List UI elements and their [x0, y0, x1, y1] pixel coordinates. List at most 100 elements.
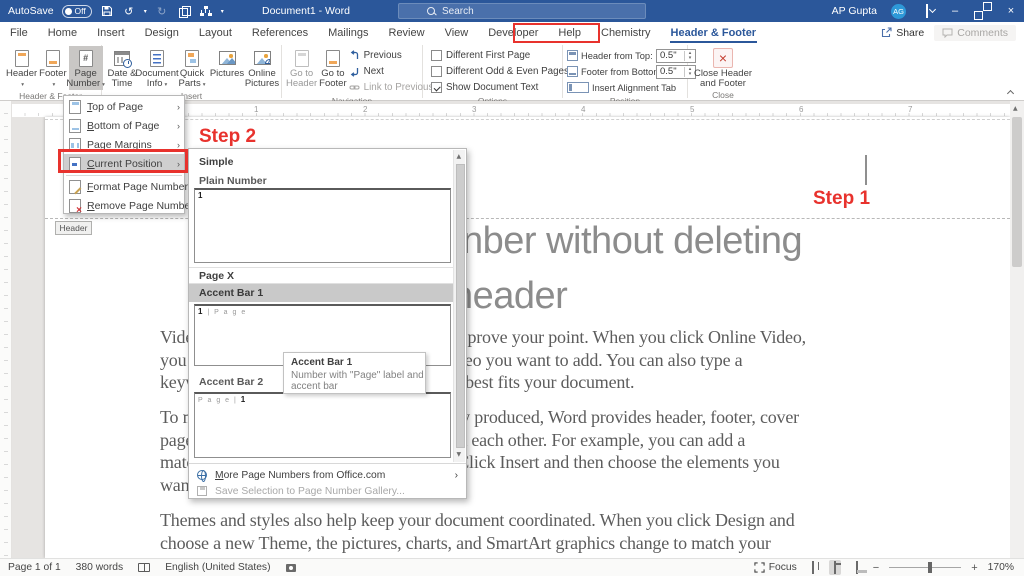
- page-number-button[interactable]: # Page Number ▾: [66, 46, 105, 90]
- tab-references[interactable]: References: [242, 22, 318, 43]
- more-page-numbers-item[interactable]: More Page Numbers from Office.com ›: [189, 467, 466, 483]
- online-pictures-button[interactable]: Online Pictures: [245, 46, 279, 89]
- go-to-footer-button[interactable]: Go to Footer: [319, 46, 347, 89]
- scroll-down-icon[interactable]: ▼: [457, 451, 462, 458]
- checkbox-checked-icon: [431, 82, 442, 93]
- avatar[interactable]: AG: [891, 3, 906, 19]
- footer-from-bottom-row: Footer from Bottom: 0.5" ▴ ▾: [567, 64, 696, 79]
- group-header-footer: Header ▾ Footer ▾ # Page Number ▾ Header …: [0, 43, 105, 101]
- ribbon: Header ▾ Footer ▾ # Page Number ▾ Header …: [0, 43, 1024, 106]
- menu-item-format-page-numbers[interactable]: Format Page Numbers...: [64, 177, 202, 196]
- tab-layout[interactable]: Layout: [189, 22, 242, 43]
- zoom-level[interactable]: 170%: [988, 562, 1014, 573]
- autosave-toggle[interactable]: Off: [61, 4, 92, 18]
- zoom-in-button[interactable]: +: [971, 562, 977, 574]
- tab-mailings[interactable]: Mailings: [318, 22, 378, 43]
- previous-button[interactable]: Previous: [349, 48, 434, 63]
- share-icon: [882, 27, 892, 38]
- scroll-up-icon[interactable]: ▲: [1013, 105, 1018, 112]
- accent-bar-2-preview[interactable]: P a g e | 1: [194, 392, 451, 458]
- go-to-header-icon: [294, 47, 309, 69]
- read-mode-button[interactable]: [807, 560, 819, 575]
- scroll-up-icon[interactable]: ▲: [457, 153, 462, 160]
- page-top-boundary: [45, 119, 1010, 120]
- previous-icon: [350, 50, 358, 59]
- print-layout-icon: [833, 561, 836, 574]
- gallery-item-plain-number[interactable]: Plain Number: [199, 175, 267, 187]
- date-time-button[interactable]: Date & Time: [105, 46, 139, 89]
- submenu-arrow-icon: ›: [177, 101, 180, 112]
- tab-chemistry[interactable]: Chemistry: [591, 22, 661, 43]
- language-indicator[interactable]: English (United States): [165, 562, 270, 573]
- ribbon-display-options-icon[interactable]: [920, 4, 934, 18]
- gallery-item-accent-bar-1[interactable]: Accent Bar 1: [189, 284, 455, 302]
- undo-button[interactable]: ↺: [122, 4, 136, 18]
- top-of-page-icon: [69, 99, 81, 114]
- text-cursor: [865, 155, 867, 185]
- macro-record-icon[interactable]: [285, 563, 296, 572]
- vertical-scrollbar[interactable]: ▲: [1010, 101, 1024, 558]
- undo-dropdown-icon[interactable]: ▾: [144, 8, 147, 15]
- touch-mouse-mode-icon[interactable]: [177, 4, 191, 18]
- print-layout-button[interactable]: [828, 560, 841, 575]
- collapse-ribbon-icon[interactable]: [1007, 89, 1014, 96]
- header-tag: Header: [55, 221, 92, 235]
- header-button[interactable]: Header ▾: [6, 46, 37, 90]
- document-info-button[interactable]: Document Info ▾: [135, 46, 179, 90]
- close-button[interactable]: ×: [1004, 5, 1018, 17]
- word-count[interactable]: 380 words: [76, 562, 124, 573]
- proofing-icon[interactable]: [138, 563, 151, 572]
- close-header-footer-icon: ×: [713, 47, 733, 69]
- zoom-out-button[interactable]: −: [873, 562, 879, 574]
- page-number-icon: #: [78, 47, 93, 69]
- user-name[interactable]: AP Gupta: [832, 5, 877, 17]
- redo-button: ↻: [157, 4, 167, 18]
- title-bar: AutoSave Off ↺ ▾ ↻ ▾ Document1 - Word Se…: [0, 0, 1024, 22]
- org-share-icon[interactable]: [199, 4, 213, 18]
- tab-home[interactable]: Home: [38, 22, 87, 43]
- tab-header-footer[interactable]: Header & Footer: [661, 22, 767, 43]
- menu-item-bottom-of-page[interactable]: Bottom of Page ›: [64, 116, 184, 135]
- remove-page-numbers-icon: [69, 198, 82, 216]
- different-first-page-checkbox[interactable]: Different First Page: [431, 48, 530, 63]
- web-layout-button[interactable]: [851, 560, 863, 575]
- footer-icon: [45, 47, 60, 69]
- quick-parts-button[interactable]: Quick Parts ▾: [175, 46, 209, 90]
- share-button[interactable]: Share: [881, 27, 924, 39]
- gallery-scrollbar[interactable]: ▲ ▼: [453, 150, 465, 462]
- group-position: Header from Top: 0.5" ▴ ▾ Footer from Bot…: [563, 43, 696, 106]
- search-input[interactable]: Search: [398, 3, 646, 19]
- close-header-footer-button[interactable]: × Close Header and Footer: [691, 46, 755, 89]
- header-from-top-row: Header from Top: 0.5" ▴ ▾: [567, 48, 696, 63]
- tab-file[interactable]: File: [0, 22, 38, 43]
- group-label-close: Close: [712, 90, 734, 100]
- menu-item-remove-page-numbers[interactable]: Remove Page Numbers: [64, 196, 199, 216]
- gallery-item-accent-bar-2[interactable]: Accent Bar 2: [199, 376, 263, 388]
- scrollbar-thumb[interactable]: [455, 164, 465, 448]
- zoom-slider[interactable]: [889, 562, 962, 574]
- different-odd-even-checkbox[interactable]: Different Odd & Even Pages: [431, 64, 569, 79]
- gallery-section-page-x: Page X: [189, 267, 455, 284]
- menu-item-top-of-page[interactable]: Top of Page ›: [64, 97, 184, 116]
- tab-view[interactable]: View: [435, 22, 479, 43]
- focus-button[interactable]: Focus: [754, 562, 797, 573]
- zoom-slider-thumb[interactable]: [928, 562, 933, 574]
- show-document-text-checkbox[interactable]: Show Document Text: [431, 80, 538, 95]
- accent-bar-1-tooltip: Accent Bar 1 Number with "Page" label an…: [283, 352, 426, 394]
- tab-design[interactable]: Design: [135, 22, 189, 43]
- customize-qat-icon[interactable]: ▾: [221, 8, 224, 15]
- page-indicator[interactable]: Page 1 of 1: [8, 562, 61, 573]
- next-button[interactable]: Next: [349, 64, 434, 79]
- group-options: Different First Page Different Odd & Eve…: [423, 43, 569, 106]
- pictures-button[interactable]: Pictures: [210, 46, 244, 89]
- minimize-button[interactable]: –: [948, 5, 962, 17]
- footer-button[interactable]: Footer ▾: [39, 46, 67, 90]
- tab-review[interactable]: Review: [379, 22, 435, 43]
- alignment-tab-icon: [567, 82, 589, 93]
- date-time-icon: [114, 47, 132, 69]
- save-icon[interactable]: [100, 4, 114, 18]
- plain-number-preview[interactable]: 1: [194, 188, 451, 263]
- tab-insert[interactable]: Insert: [87, 22, 135, 43]
- scrollbar-thumb[interactable]: [1012, 117, 1022, 267]
- insert-alignment-tab-button[interactable]: Insert Alignment Tab: [567, 80, 676, 95]
